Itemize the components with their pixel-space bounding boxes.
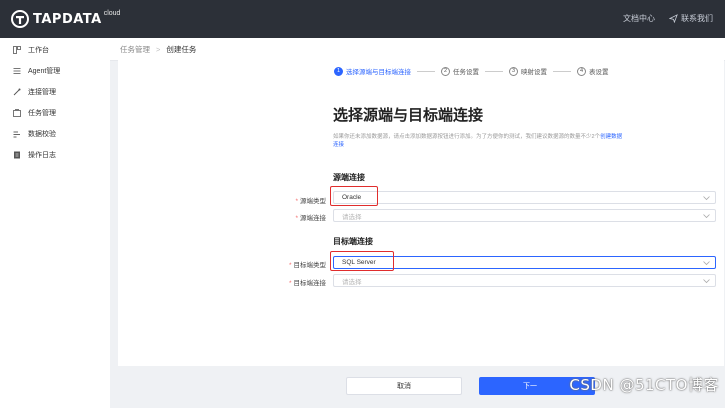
highlight-box-target-type: [330, 251, 394, 271]
agent-icon: [11, 67, 23, 75]
sidebar-item-task[interactable]: 任务管理: [0, 103, 110, 123]
contact-us-link[interactable]: 联系我们: [669, 13, 713, 24]
breadcrumb-create-task: 创建任务: [166, 44, 197, 54]
step-1[interactable]: 1 选择源端与目标端连接: [334, 66, 411, 76]
logo-text: TAPDATA: [33, 11, 102, 27]
breadcrumb: 任务管理 > 创建任务: [110, 38, 725, 61]
source-section-title: 源端连接: [333, 173, 365, 182]
logo-cloud-label: cloud: [103, 9, 121, 17]
cancel-button[interactable]: 取消: [346, 377, 462, 395]
step-number: 1: [334, 66, 343, 76]
target-type-label-text: 目标端类型: [293, 262, 327, 269]
description-text: 如果你还未添加数据源，请点击添加数据源按钮进行添加。为了方便你的测试，我们建议数…: [333, 134, 601, 140]
target-type-label: * 目标端类型: [288, 262, 327, 269]
source-type-select[interactable]: Oracle: [333, 191, 716, 204]
dashboard-icon: [11, 46, 23, 54]
step-4[interactable]: 4 表设置: [577, 66, 609, 76]
sidebar-item-label: Agent管理: [28, 68, 61, 75]
sidebar-item-log[interactable]: 操作日志: [0, 145, 110, 165]
target-connection-placeholder: 请选择: [342, 278, 362, 286]
source-connection-placeholder: 请选择: [342, 213, 362, 221]
top-bar: TAPDATA cloud 文档中心 联系我们: [0, 0, 725, 38]
sidebar-item-connection[interactable]: 连接管理: [0, 82, 110, 102]
step-divider: [485, 70, 503, 72]
step-3[interactable]: 3 映射设置: [509, 66, 547, 76]
step-number: 3: [509, 66, 518, 76]
source-type-label: * 源端类型: [295, 198, 326, 205]
doc-center-link[interactable]: 文档中心: [623, 13, 655, 24]
target-section-title: 目标端连接: [333, 237, 373, 246]
source-connection-label-text: 源端连接: [300, 215, 326, 222]
source-type-label-text: 源端类型: [300, 198, 326, 205]
sidebar: 工作台 Agent管理 连接管理 任务管理 数据校验 操作日志: [0, 38, 110, 408]
sidebar-item-label: 工作台: [28, 47, 49, 54]
page-title: 选择源端与目标端连接: [333, 106, 484, 124]
contact-us-label: 联系我们: [681, 14, 713, 23]
target-connection-label-text: 目标端连接: [293, 280, 327, 287]
breadcrumb-task-management[interactable]: 任务管理: [120, 44, 150, 55]
logo[interactable]: TAPDATA cloud: [11, 10, 120, 28]
step-indicator: 1 选择源端与目标端连接 2 任务设置 3 映射设置 4 表设置: [334, 65, 609, 77]
log-icon: [11, 151, 23, 159]
chevron-down-icon: [703, 214, 710, 219]
target-connection-select[interactable]: 请选择: [333, 274, 716, 287]
chevron-down-icon: [703, 196, 710, 201]
sidebar-item-label: 操作日志: [28, 152, 56, 159]
sidebar-item-dashboard[interactable]: 工作台: [0, 40, 110, 60]
doc-center-label: 文档中心: [623, 14, 655, 23]
source-connection-label: * 源端连接: [295, 215, 326, 222]
chevron-down-icon: [703, 261, 710, 266]
step-number: 2: [441, 66, 450, 76]
sidebar-item-verify[interactable]: 数据校验: [0, 124, 110, 144]
sidebar-item-agent[interactable]: Agent管理: [0, 61, 110, 81]
source-connection-select[interactable]: 请选择: [333, 209, 716, 222]
step-label: 任务设置: [453, 69, 479, 76]
create-task-panel: 1 选择源端与目标端连接 2 任务设置 3 映射设置 4 表设置 选择源端与目标…: [118, 60, 724, 366]
send-icon: [669, 14, 678, 23]
step-label: 映射设置: [521, 69, 547, 76]
task-icon: [11, 109, 23, 117]
chevron-down-icon: [703, 279, 710, 284]
page-description: 如果你还未添加数据源，请点击添加数据源按钮进行添加。为了方便你的测试，我们建议数…: [333, 133, 623, 149]
verify-icon: [11, 130, 23, 138]
watermark: CSDN @51CTO博客: [569, 376, 719, 394]
sidebar-item-label: 连接管理: [28, 89, 56, 96]
step-number: 4: [577, 66, 586, 76]
tapdata-logo-icon: [11, 10, 29, 28]
sidebar-item-label: 数据校验: [28, 131, 56, 138]
target-connection-label: * 目标端连接: [288, 280, 327, 287]
highlight-box-source-type: [330, 186, 378, 206]
step-2[interactable]: 2 任务设置: [441, 66, 479, 76]
connection-icon: [11, 88, 23, 96]
chevron-right-icon: >: [156, 44, 161, 54]
step-label: 选择源端与目标端连接: [346, 69, 411, 76]
step-divider: [417, 70, 435, 72]
step-divider: [553, 70, 571, 72]
sidebar-item-label: 任务管理: [28, 110, 56, 117]
step-label: 表设置: [589, 69, 609, 76]
